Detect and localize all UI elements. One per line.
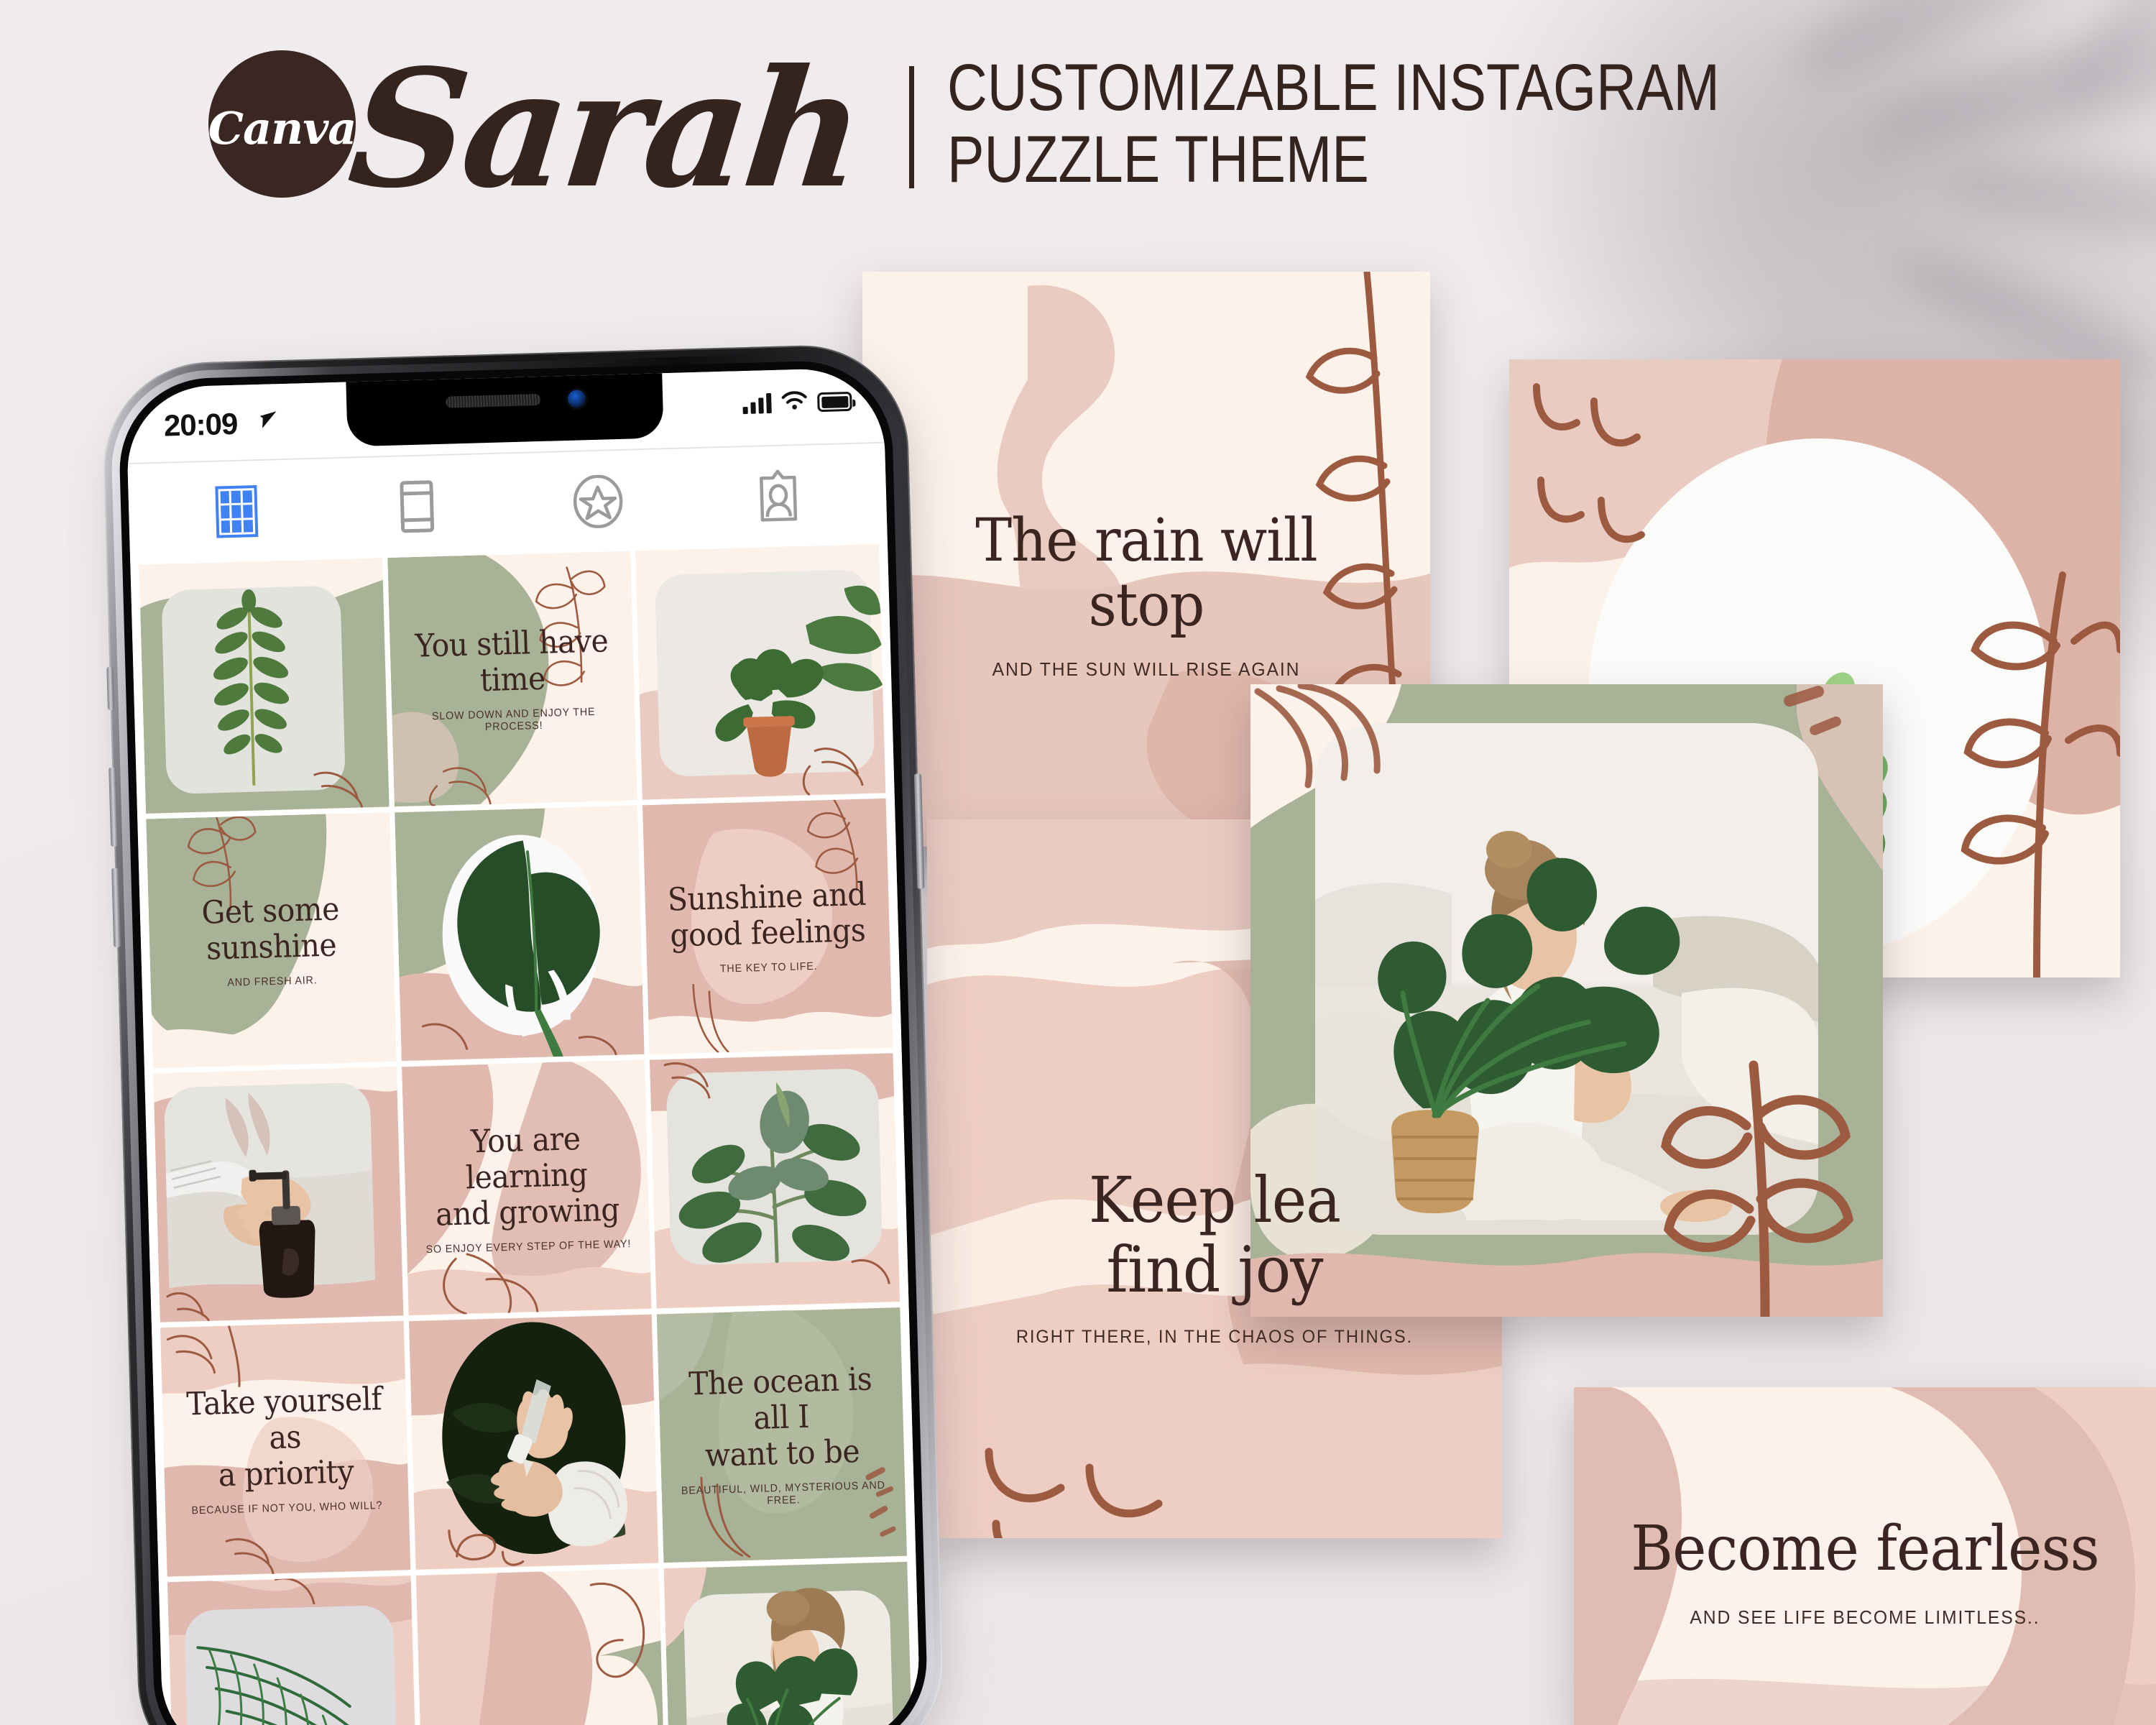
status-time: 20:09 — [163, 406, 238, 443]
header-divider — [909, 65, 915, 188]
card-fear-quote-line1: Become fearless — [1631, 1513, 2099, 1585]
tab-grid[interactable] — [206, 482, 267, 542]
page-header: Canva Sarah CUSTOMIZABLE INSTAGRAM PUZZL… — [208, 34, 1867, 224]
card-keep-quote-line1: Keep lea — [1088, 1163, 1341, 1237]
woman-plant-photo — [663, 1562, 915, 1725]
potted-plant-photo — [635, 544, 886, 800]
grid-row: Get some sunshine AND FRESH AIR. Sunshin… — [146, 798, 893, 1069]
tile-text: Get some sunshine AND FRESH AIR. — [148, 890, 394, 991]
tile-text: You are learning and growing SO ENJOY EVE… — [403, 1119, 650, 1256]
post-card-fearless[interactable]: Become fearless AND SEE LIFE BECOME LIMI… — [1574, 1387, 2156, 1725]
grid-tile-photo[interactable] — [167, 1575, 418, 1725]
quote-tile-artwork — [415, 1568, 666, 1725]
phone-screen: 20:09 You still have time SLOW DOWN AND … — [125, 367, 921, 1725]
grid-tile-photo[interactable] — [635, 543, 886, 801]
page-title: CUSTOMIZABLE INSTAGRAM PUZZLE THEME — [947, 50, 1867, 196]
serum-dropper-photo — [408, 1314, 659, 1570]
phone-notch — [346, 372, 664, 447]
card-keep-text: Keep lea find joy RIGHT THERE, IN THE CH… — [927, 1163, 1502, 1348]
grid-row: Take yourself as a priority BECAUSE IF NO… — [160, 1307, 908, 1578]
grid-tile-quote[interactable]: The ocean is all Iwant to be BEAUTIFUL, … — [657, 1307, 908, 1563]
card-fear-text: Become fearless AND SEE LIFE BECOME LIMI… — [1574, 1515, 2156, 1629]
grid-tile-photo[interactable] — [663, 1561, 915, 1725]
tile-quote: You still have time — [414, 622, 609, 699]
grid-tile-photo[interactable] — [650, 1052, 900, 1309]
grid-tile-photo[interactable] — [139, 558, 390, 814]
card-rain-quote-line1: The rain will — [975, 507, 1317, 575]
tab-tagged[interactable] — [568, 472, 628, 532]
tab-profile[interactable] — [748, 466, 808, 527]
tile-text: You still have time SLOW DOWN AND ENJOY T… — [390, 622, 636, 736]
canva-logo-text: Canva — [208, 102, 357, 155]
profile-grid-feed: You still have time SLOW DOWN AND ENJOY T… — [130, 543, 921, 1725]
grid-tile-photo[interactable] — [394, 805, 645, 1062]
canva-logo-badge: Canva — [208, 50, 356, 198]
soap-dispenser-photo — [153, 1067, 404, 1322]
grid-tile-photo[interactable] — [153, 1066, 404, 1323]
card-rain-subtitle: AND THE SUN WILL RISE AGAIN — [992, 658, 1301, 681]
grid-tile-photo[interactable] — [408, 1314, 659, 1570]
card-rain-text: The rain will stop AND THE SUN WILL RISE… — [862, 507, 1430, 681]
front-camera-icon — [567, 390, 586, 408]
wifi-icon — [781, 391, 807, 410]
rubber-plant-photo — [650, 1053, 900, 1309]
grid-tile-quote[interactable]: You are learning and growing SO ENJOY EVE… — [401, 1059, 652, 1316]
tile-quote: Take yourself as a priority — [185, 1380, 382, 1494]
card-keep-subtitle: RIGHT THERE, IN THE CHAOS OF THINGS. — [1015, 1326, 1414, 1347]
card-rain-quote-line2: stop — [1088, 571, 1205, 640]
earpiece-speaker — [446, 393, 541, 408]
tile-text: Sunshine and good feelings THE KEY TO LIF… — [645, 875, 890, 978]
card-fear-subtitle: AND SEE LIFE BECOME LIMITLESS.. — [1690, 1606, 2040, 1628]
grid-row: You are learning and growing SO ENJOY EVE… — [153, 1052, 900, 1323]
battery-full-icon — [817, 391, 852, 413]
cellular-signal-icon — [742, 392, 772, 415]
grid-tile-quote[interactable]: Sunshine and good feelings THE KEY TO LIF… — [642, 798, 893, 1055]
monstera-leaf-photo — [394, 806, 645, 1062]
grid-tile-quote[interactable]: Keep learning to — [415, 1568, 666, 1725]
palm-fronds-photo — [167, 1576, 418, 1725]
phone-silent-switch[interactable] — [106, 666, 114, 710]
grid-tile-quote[interactable]: You still have time SLOW DOWN AND ENJOY T… — [387, 551, 638, 807]
title-line-2: PUZZLE THEME — [947, 122, 1370, 196]
star-circle-icon — [573, 474, 623, 529]
grid-row: Keep learning to — [167, 1561, 915, 1725]
tile-quote: You are learning and growing — [435, 1120, 620, 1233]
script-brand-name: Sarah — [341, 34, 870, 225]
grid-icon — [215, 485, 259, 538]
title-line-1: CUSTOMIZABLE INSTAGRAM — [947, 50, 1720, 124]
phone-mockup: 20:09 You still have time SLOW DOWN AND … — [101, 342, 946, 1725]
tab-reels[interactable] — [387, 477, 447, 537]
fern-leaf-photo — [139, 558, 390, 814]
grid-tile-quote[interactable]: Take yourself as a priority BECAUSE IF NO… — [160, 1320, 411, 1578]
status-indicators — [742, 390, 852, 415]
tile-text: Take yourself as a priority BECAUSE IF NO… — [162, 1380, 409, 1518]
card-keep-quote-line2: find joy — [1106, 1232, 1323, 1307]
tile-quote: The ocean is all Iwant to be — [688, 1360, 873, 1474]
reels-icon — [400, 480, 435, 533]
grid-tile-quote[interactable]: Get some sunshine AND FRESH AIR. — [146, 812, 397, 1069]
person-card-icon — [760, 469, 798, 522]
tile-text: The ocean is all Iwant to be BEAUTIFUL, … — [658, 1361, 906, 1510]
location-arrow-icon — [259, 411, 277, 428]
grid-row: You still have time SLOW DOWN AND ENJOY T… — [139, 543, 886, 814]
tile-quote: Get some sunshine — [201, 890, 340, 967]
tile-quote: Sunshine and good feelings — [667, 875, 867, 954]
